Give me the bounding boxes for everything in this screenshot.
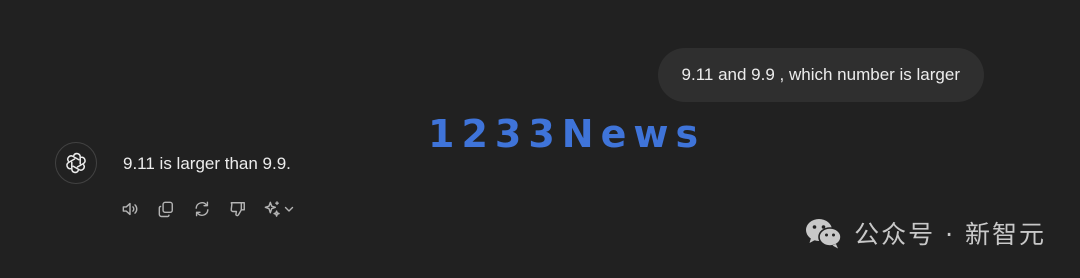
copy-button[interactable]	[154, 196, 178, 222]
regenerate-button[interactable]	[190, 196, 214, 222]
assistant-avatar	[55, 142, 97, 184]
sparkle-icon	[264, 201, 280, 217]
change-model-button[interactable]	[262, 196, 297, 222]
brand-text: 公众号 · 新智元	[854, 220, 1046, 249]
thumbs-down-icon	[230, 202, 245, 217]
wechat-logo-icon	[806, 219, 842, 249]
copy-icon	[158, 201, 173, 218]
openai-logo-icon	[66, 152, 86, 174]
user-message-bubble: 9.11 and 9.9 , which number is larger	[657, 48, 984, 102]
speaker-icon	[122, 202, 138, 216]
wechat-brand: 公众号 · 新智元	[804, 215, 1046, 251]
chevron-down-icon	[284, 206, 294, 212]
news-watermark: 1233News	[428, 112, 706, 156]
message-action-bar	[118, 196, 297, 222]
assistant-message-text: 9.11 is larger than 9.9.	[123, 154, 291, 173]
bad-response-button[interactable]	[226, 196, 250, 222]
refresh-icon	[195, 201, 209, 217]
user-message-text: 9.11 and 9.9 , which number is larger	[681, 65, 960, 84]
read-aloud-button[interactable]	[118, 196, 142, 222]
